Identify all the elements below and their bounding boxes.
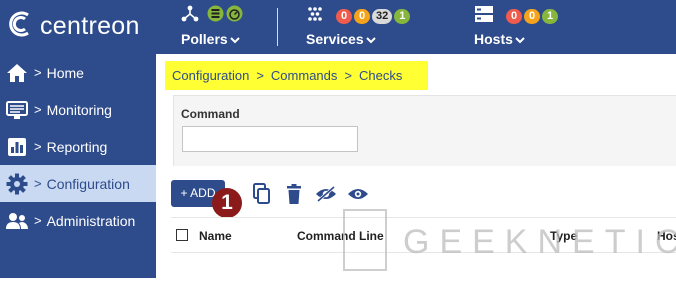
services-grid-icon <box>306 5 324 28</box>
services-menu[interactable]: 0 0 32 1 Services <box>306 5 411 47</box>
pollers-label: Pollers <box>181 31 228 47</box>
services-ok-count[interactable]: 1 <box>394 8 411 24</box>
duplicate-icon[interactable] <box>251 183 273 205</box>
users-icon <box>4 210 30 232</box>
sidebar-item-label: Configuration <box>46 175 130 192</box>
watermark-logo-box <box>343 209 387 271</box>
hosts-up-count[interactable]: 1 <box>542 8 558 24</box>
centreon-logo[interactable]: centreon <box>6 9 140 44</box>
chevron-right-icon: > <box>34 139 42 154</box>
sidebar: > Home > Monitoring > Reporting > Config… <box>0 54 156 278</box>
brand-name: centreon <box>40 12 140 40</box>
hosts-server-icon <box>474 5 494 28</box>
command-filter-label: Command <box>181 107 240 121</box>
chevron-right-icon: > <box>34 176 42 191</box>
delete-icon[interactable] <box>283 183 305 205</box>
sidebar-item-label: Reporting <box>46 138 108 155</box>
breadcrumb-separator: > <box>344 68 352 83</box>
monitor-icon <box>4 99 30 121</box>
hosts-down-count[interactable]: 0 <box>506 8 522 24</box>
chart-icon <box>4 136 30 158</box>
breadcrumb-item-commands[interactable]: Commands <box>271 68 337 83</box>
chevron-right-icon: > <box>34 213 42 228</box>
centreon-logo-icon <box>6 9 36 44</box>
chevron-down-icon <box>515 31 525 47</box>
column-header-hosts[interactable]: Hos <box>657 229 676 243</box>
sidebar-item-reporting[interactable]: > Reporting <box>0 128 156 165</box>
pollers-network-icon <box>181 5 199 28</box>
chevron-right-icon: > <box>34 65 42 80</box>
sidebar-item-label: Home <box>46 64 84 81</box>
chevron-down-icon <box>229 31 240 47</box>
breadcrumb-item-checks[interactable]: Checks <box>359 68 402 83</box>
breadcrumb-separator: > <box>256 68 264 83</box>
sidebar-item-administration[interactable]: > Administration <box>0 202 156 239</box>
services-label: Services <box>306 31 364 47</box>
enable-icon[interactable] <box>347 183 369 205</box>
sidebar-item-label: Monitoring <box>46 101 112 118</box>
pollers-menu[interactable]: Pollers <box>181 5 243 47</box>
table-header: Name Command Line Type Hos <box>171 217 676 253</box>
services-warning-count[interactable]: 0 <box>354 8 370 24</box>
hosts-label: Hosts <box>474 31 513 47</box>
database-status-icon[interactable] <box>207 5 224 27</box>
services-critical-count[interactable]: 0 <box>336 8 352 24</box>
main-content: Configuration > Commands > Checks Command + … <box>156 54 676 278</box>
column-header-type[interactable]: Type <box>550 229 577 243</box>
annotation-number-badge: 1 <box>212 188 242 218</box>
home-icon <box>4 62 30 84</box>
sidebar-item-home[interactable]: > Home <box>0 54 156 91</box>
chevron-right-icon: > <box>34 102 42 117</box>
select-all-checkbox[interactable] <box>176 229 188 241</box>
topbar-divider <box>277 8 278 46</box>
sidebar-item-label: Administration <box>46 212 136 229</box>
disable-icon[interactable] <box>315 183 337 205</box>
hosts-menu[interactable]: 0 0 1 Hosts <box>474 5 558 47</box>
top-bar: centreon Pollers 0 0 32 1 Services 0 0 1… <box>0 0 676 54</box>
command-filter-input[interactable] <box>182 126 358 152</box>
latency-status-icon[interactable] <box>226 5 243 27</box>
chevron-down-icon <box>365 31 376 47</box>
column-header-name[interactable]: Name <box>199 229 232 243</box>
filter-panel: Command <box>173 95 676 166</box>
hosts-unreachable-count[interactable]: 0 <box>524 8 540 24</box>
sidebar-item-monitoring[interactable]: > Monitoring <box>0 91 156 128</box>
gear-icon <box>4 173 30 195</box>
sidebar-item-configuration[interactable]: > Configuration <box>0 165 156 202</box>
services-unknown-count[interactable]: 32 <box>372 8 393 24</box>
breadcrumb: Configuration > Commands > Checks <box>172 68 402 83</box>
breadcrumb-item-configuration[interactable]: Configuration <box>172 68 249 83</box>
